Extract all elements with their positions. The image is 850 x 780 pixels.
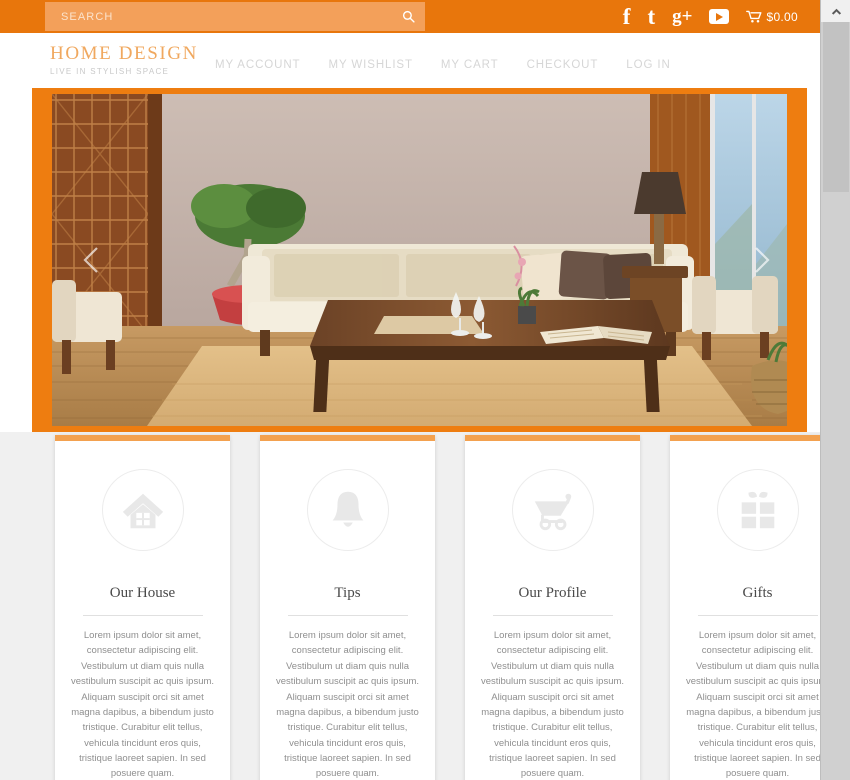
search-icon — [402, 10, 415, 23]
card-divider — [697, 615, 818, 616]
search-button[interactable] — [391, 2, 425, 31]
card-accent-bar — [260, 435, 435, 441]
card-body-text: Lorem ipsum dolor sit amet, consectetur … — [70, 630, 215, 780]
youtube-icon[interactable] — [709, 9, 730, 24]
hero-slider — [32, 88, 807, 432]
vertical-scrollbar[interactable] — [820, 0, 850, 780]
logo-title: HOME DESIGN — [50, 43, 198, 64]
card-icon-circle — [306, 469, 389, 551]
features-section: Our House Lorem ipsum dolor sit amet, co… — [0, 432, 820, 780]
hero-image — [52, 94, 787, 426]
site-logo[interactable]: HOME DESIGN LIVE IN STYLISH SPACE — [50, 43, 198, 76]
logo-tagline: LIVE IN STYLISH SPACE — [50, 66, 170, 76]
scroll-up-button[interactable] — [821, 0, 850, 22]
feature-card[interactable]: Our Profile Lorem ipsum dolor sit amet, … — [465, 435, 640, 780]
hero-illustration — [52, 94, 787, 426]
card-divider — [82, 615, 203, 616]
nav-item-my-cart[interactable]: MY CART — [441, 59, 499, 71]
chevron-left-icon — [83, 247, 98, 273]
card-icon-circle — [101, 469, 184, 551]
bell-icon — [332, 491, 363, 527]
search-input[interactable] — [45, 2, 391, 31]
social-links: f t g+ $0.00 — [623, 0, 798, 33]
main-navigation: MY ACCOUNT MY WISHLIST MY CART CHECKOUT … — [215, 33, 671, 96]
nav-item-my-wishlist[interactable]: MY WISHLIST — [328, 59, 412, 71]
googleplus-icon[interactable]: g+ — [672, 7, 692, 26]
tumblr-icon[interactable]: t — [647, 5, 655, 28]
card-body-text: Lorem ipsum dolor sit amet, consectetur … — [685, 630, 820, 780]
card-body-text: Lorem ipsum dolor sit amet, consectetur … — [480, 630, 625, 780]
slider-prev-button[interactable] — [78, 245, 104, 275]
card-title: Gifts — [742, 585, 773, 601]
feature-card-list: Our House Lorem ipsum dolor sit amet, co… — [55, 435, 820, 780]
top-utility-bar: f t g+ $0.00 — [0, 0, 820, 33]
feature-card[interactable]: Tips Lorem ipsum dolor sit amet, consect… — [260, 435, 435, 780]
search-box[interactable] — [45, 2, 425, 31]
cart-button[interactable]: $0.00 — [746, 10, 798, 24]
cart-total: $0.00 — [766, 9, 798, 24]
card-title: Our House — [109, 585, 176, 601]
house-icon — [122, 493, 163, 529]
card-title: Our Profile — [518, 585, 587, 601]
feature-card[interactable]: Gifts Lorem ipsum dolor sit amet, consec… — [670, 435, 820, 780]
page-root: f t g+ $0.00 HOME DESIGN LIVE IN STYLISH… — [0, 0, 820, 780]
card-divider — [287, 615, 408, 616]
chevron-right-icon — [755, 247, 770, 273]
site-header: HOME DESIGN LIVE IN STYLISH SPACE MY ACC… — [0, 33, 820, 96]
card-accent-bar — [465, 435, 640, 441]
card-icon-circle — [511, 469, 594, 551]
facebook-icon[interactable]: f — [623, 5, 631, 28]
gift-icon — [741, 491, 774, 529]
card-divider — [492, 615, 613, 616]
card-accent-bar — [55, 435, 230, 441]
slider-next-button[interactable] — [749, 245, 775, 275]
cart-icon — [746, 10, 762, 22]
youtube-glyph — [709, 9, 730, 24]
nav-item-my-account[interactable]: MY ACCOUNT — [215, 59, 300, 71]
nav-item-log-in[interactable]: LOG IN — [626, 59, 670, 71]
chevron-up-icon — [831, 8, 841, 15]
shopping-cart-icon — [534, 493, 571, 531]
card-icon-circle — [716, 469, 799, 551]
card-accent-bar — [670, 435, 820, 441]
feature-card[interactable]: Our House Lorem ipsum dolor sit amet, co… — [55, 435, 230, 780]
nav-item-checkout[interactable]: CHECKOUT — [527, 59, 599, 71]
scrollbar-thumb[interactable] — [823, 22, 849, 192]
card-body-text: Lorem ipsum dolor sit amet, consectetur … — [275, 630, 420, 780]
card-title: Tips — [334, 585, 361, 601]
